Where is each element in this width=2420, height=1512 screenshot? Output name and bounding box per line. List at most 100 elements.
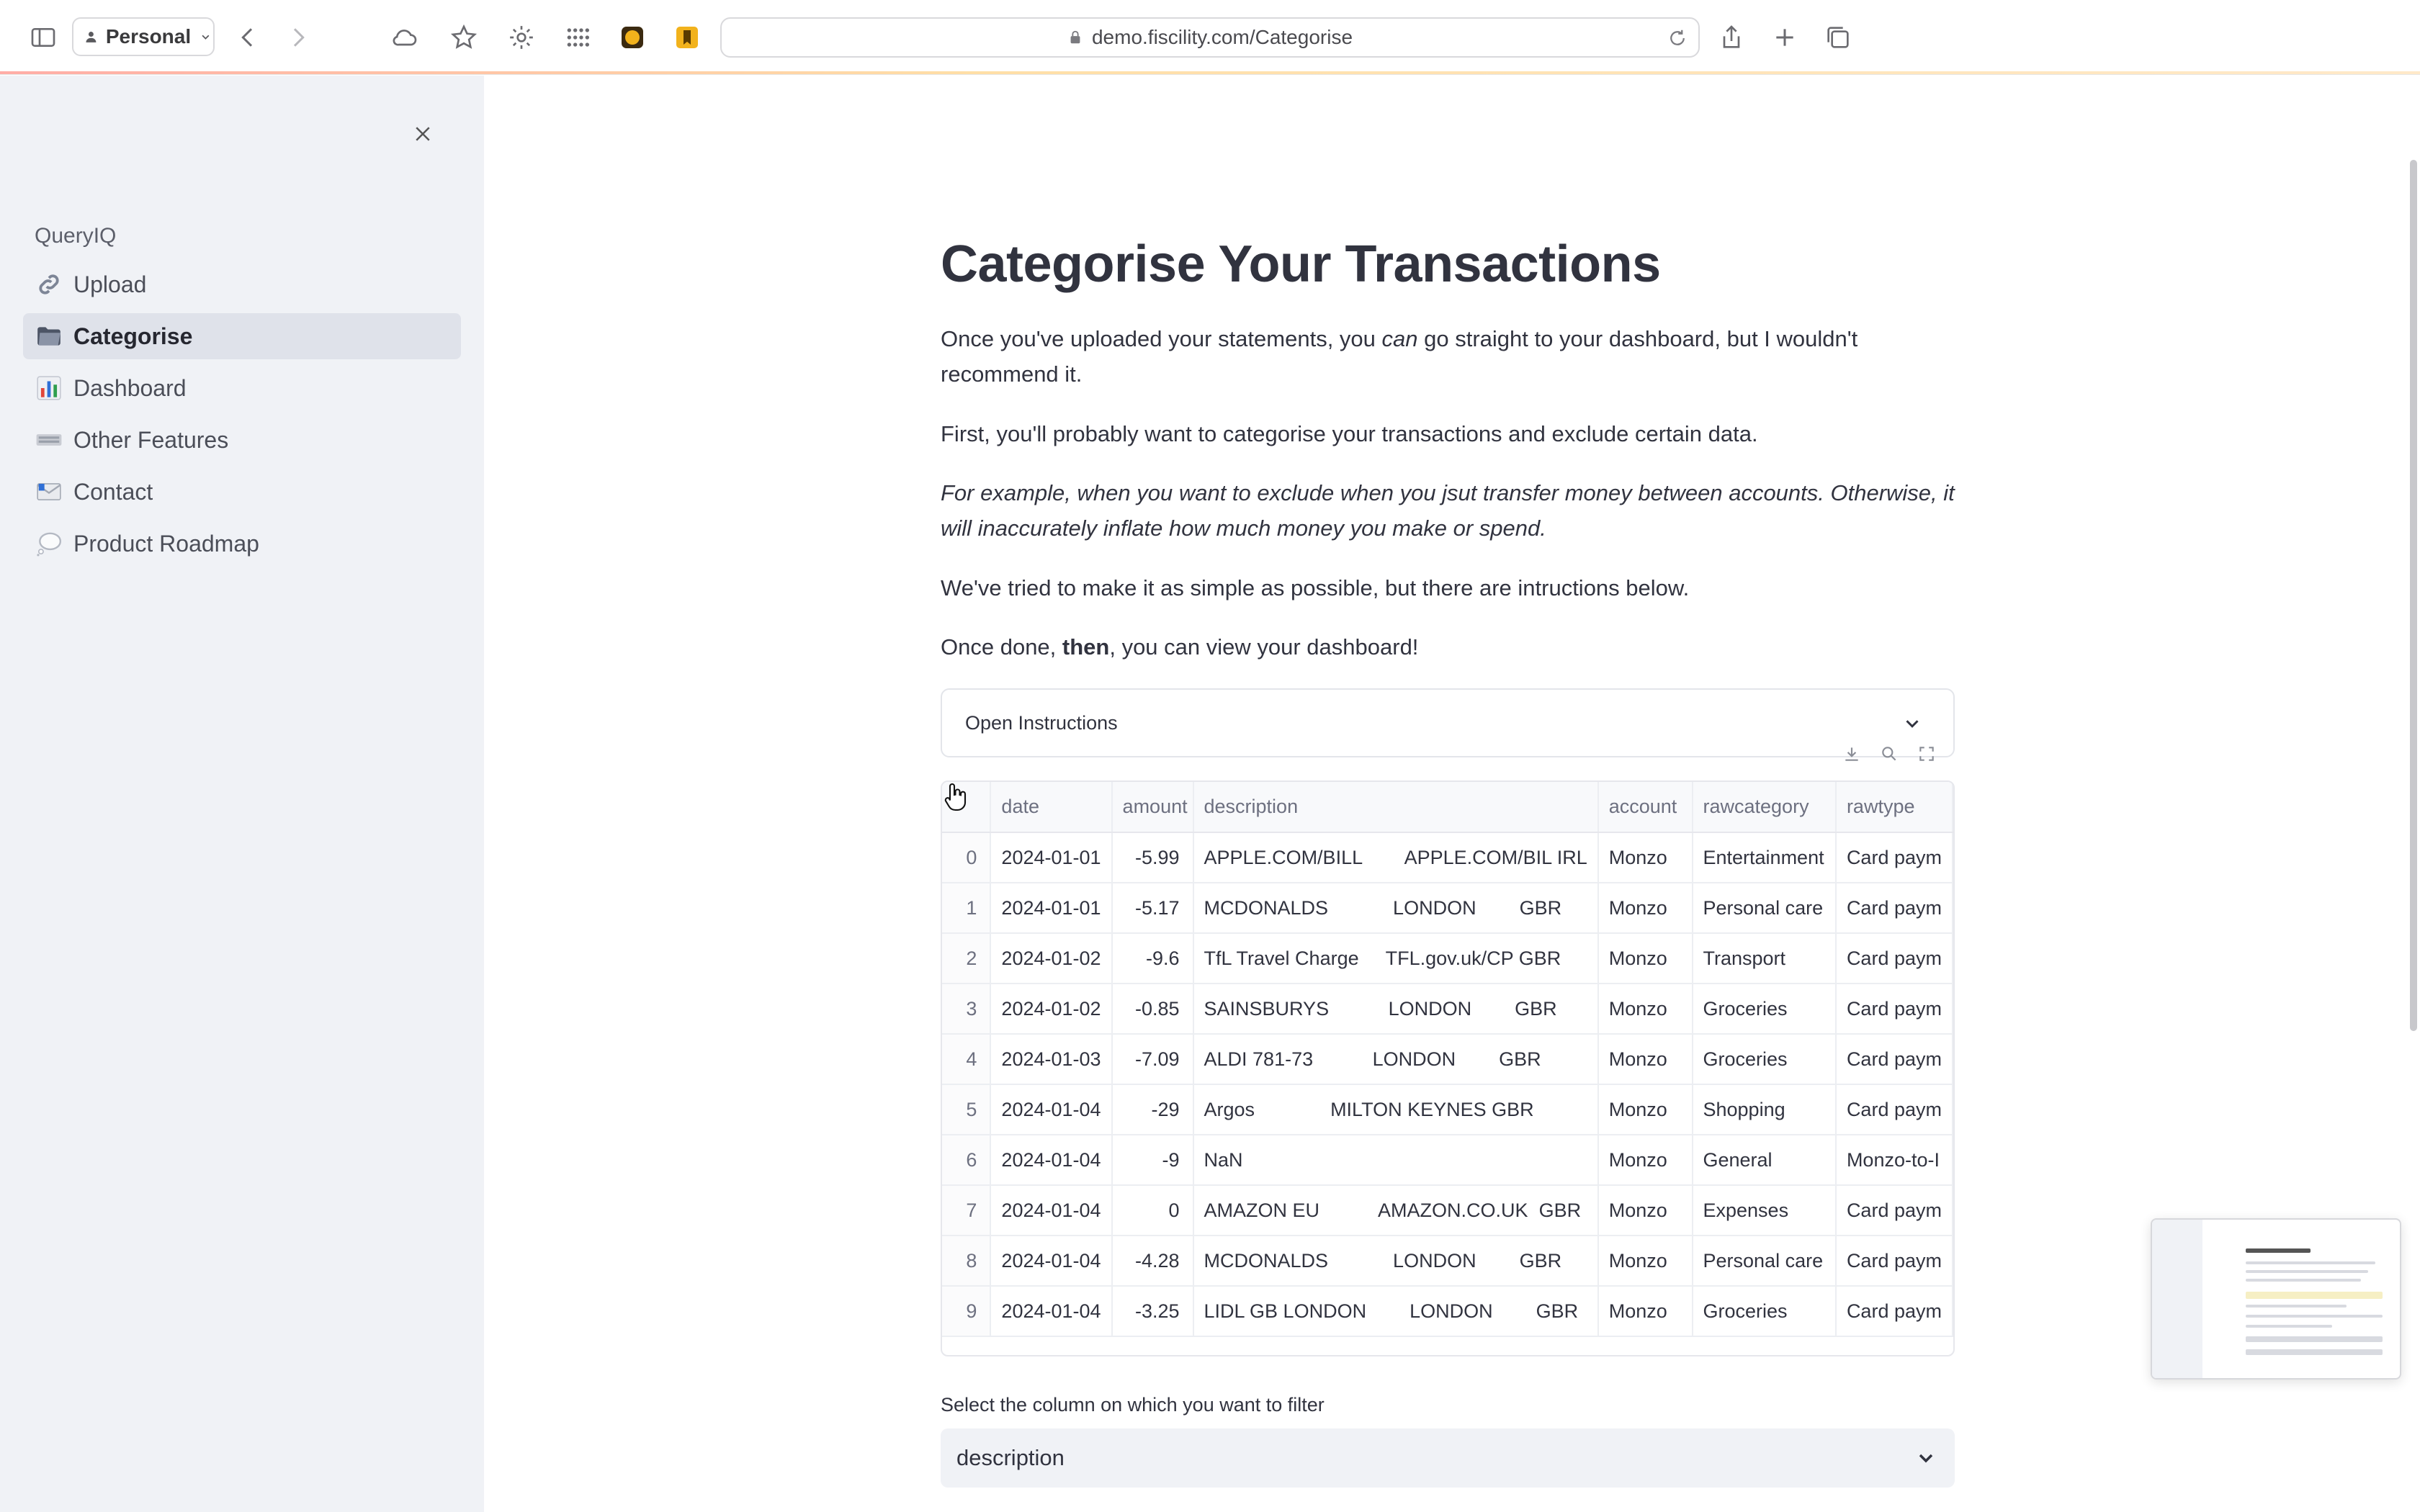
table-cell[interactable]: -9.6: [1111, 933, 1194, 984]
cloud-icon[interactable]: [386, 19, 424, 56]
column-header-rawtype[interactable]: rawtype: [1835, 782, 1953, 833]
sidebar-item-contact[interactable]: Contact: [23, 469, 461, 515]
close-sidebar-icon[interactable]: [405, 116, 441, 152]
sidebar-item-product-roadmap[interactable]: Product Roadmap: [23, 521, 461, 567]
window-thumbnail[interactable]: [2151, 1218, 2401, 1380]
sidebar-item-upload[interactable]: Upload: [23, 261, 461, 307]
table-cell[interactable]: Personal care: [1692, 1236, 1837, 1287]
table-cell[interactable]: -0.85: [1111, 984, 1194, 1035]
row-index-cell[interactable]: 2: [942, 933, 992, 984]
table-row[interactable]: 4 2024-01-03 -7.09 ALDI 781-73 LONDON GBR Mo…: [942, 1034, 1953, 1085]
row-index-cell[interactable]: 5: [942, 1084, 992, 1135]
column-header-account[interactable]: account: [1597, 782, 1693, 833]
column-header-date[interactable]: date: [990, 782, 1113, 833]
table-cell[interactable]: Entertainment: [1692, 832, 1837, 883]
row-index-cell[interactable]: 4: [942, 1034, 992, 1085]
instructions-expander[interactable]: Open Instructions: [941, 688, 1955, 757]
table-cell[interactable]: Monzo: [1597, 1286, 1693, 1337]
table-cell[interactable]: MCDONALDS LONDON GBR: [1193, 883, 1599, 934]
fullscreen-icon[interactable]: [1914, 742, 1939, 766]
table-row[interactable]: 0 2024-01-01 -5.99 APPLE.COM/BILL APPLE.COM…: [942, 832, 1953, 883]
table-cell[interactable]: ALDI 781-73 LONDON GBR: [1193, 1034, 1599, 1085]
table-cell[interactable]: Monzo: [1597, 1084, 1693, 1135]
sidebar-item-dashboard[interactable]: Dashboard: [23, 365, 461, 411]
table-cell[interactable]: 2024-01-04: [990, 1286, 1113, 1337]
column-header-amount[interactable]: amount: [1111, 782, 1194, 833]
filter-column-select[interactable]: description: [941, 1428, 1955, 1488]
table-cell[interactable]: Monzo: [1597, 1236, 1693, 1287]
table-cell[interactable]: 2024-01-04: [990, 1084, 1113, 1135]
table-cell[interactable]: Monzo: [1597, 933, 1693, 984]
row-index-cell[interactable]: 1: [942, 883, 992, 934]
row-index-cell[interactable]: 9: [942, 1286, 992, 1337]
table-cell[interactable]: Card paym: [1835, 1236, 1953, 1287]
share-icon[interactable]: [1713, 19, 1750, 56]
table-cell[interactable]: SAINSBURYS LONDON GBR: [1193, 984, 1599, 1035]
row-index-cell[interactable]: 0: [942, 832, 992, 883]
table-row[interactable]: 9 2024-01-04 -3.25 LIDL GB LONDON LONDON GB…: [942, 1286, 1953, 1337]
bookmark-extension-icon[interactable]: [668, 19, 706, 56]
table-cell[interactable]: Monzo: [1597, 1185, 1693, 1236]
table-cell[interactable]: 2024-01-04: [990, 1185, 1113, 1236]
star-icon[interactable]: [445, 19, 483, 56]
table-cell[interactable]: Groceries: [1692, 984, 1837, 1035]
table-cell[interactable]: Argos MILTON KEYNES GBR: [1193, 1084, 1599, 1135]
download-icon[interactable]: [1839, 742, 1864, 766]
table-cell[interactable]: Personal care: [1692, 883, 1837, 934]
tab-overview-icon[interactable]: [1819, 19, 1857, 56]
row-index-cell[interactable]: 3: [942, 984, 992, 1035]
table-cell[interactable]: Card paym: [1835, 832, 1953, 883]
table-cell[interactable]: Monzo: [1597, 984, 1693, 1035]
table-cell[interactable]: 0: [1111, 1185, 1194, 1236]
table-cell[interactable]: -5.17: [1111, 883, 1194, 934]
table-cell[interactable]: Card paym: [1835, 883, 1953, 934]
table-cell[interactable]: Card paym: [1835, 1034, 1953, 1085]
table-cell[interactable]: Groceries: [1692, 1286, 1837, 1337]
table-row[interactable]: 1 2024-01-01 -5.17 MCDONALDS LONDON GBR Monz…: [942, 883, 1953, 934]
table-cell[interactable]: Monzo: [1597, 1135, 1693, 1186]
table-cell[interactable]: AMAZON EU AMAZON.CO.UK GBR: [1193, 1185, 1599, 1236]
table-cell[interactable]: -4.28: [1111, 1236, 1194, 1287]
column-header-rawcategory[interactable]: rawcategory: [1692, 782, 1837, 833]
table-row[interactable]: 6 2024-01-04 -9 NaN Monzo General Monzo-to-I: [942, 1135, 1953, 1186]
apps-grid-icon[interactable]: [559, 19, 596, 56]
table-cell[interactable]: 2024-01-02: [990, 984, 1113, 1035]
table-cell[interactable]: Monzo: [1597, 1034, 1693, 1085]
table-cell[interactable]: Card paym: [1835, 933, 1953, 984]
table-cell[interactable]: 2024-01-01: [990, 832, 1113, 883]
table-cell[interactable]: General: [1692, 1135, 1837, 1186]
table-row[interactable]: 7 2024-01-04 0 AMAZON EU AMAZON.CO.UK GBR Mo…: [942, 1185, 1953, 1236]
extension-icon[interactable]: [614, 19, 651, 56]
gear-icon[interactable]: [503, 19, 540, 56]
sidebar-toggle-icon[interactable]: [24, 19, 62, 56]
new-tab-icon[interactable]: [1766, 19, 1803, 56]
table-cell[interactable]: Expenses: [1692, 1185, 1837, 1236]
column-header-description[interactable]: description: [1193, 782, 1599, 833]
table-cell[interactable]: -5.99: [1111, 832, 1194, 883]
table-cell[interactable]: Card paym: [1835, 984, 1953, 1035]
table-cell[interactable]: 2024-01-02: [990, 933, 1113, 984]
table-cell[interactable]: Card paym: [1835, 1084, 1953, 1135]
page-scrollbar[interactable]: [2410, 160, 2417, 1031]
table-cell[interactable]: Monzo: [1597, 832, 1693, 883]
table-cell[interactable]: NaN: [1193, 1135, 1599, 1186]
table-cell[interactable]: MCDONALDS LONDON GBR: [1193, 1236, 1599, 1287]
table-cell[interactable]: Groceries: [1692, 1034, 1837, 1085]
table-cell[interactable]: Card paym: [1835, 1286, 1953, 1337]
table-cell[interactable]: -3.25: [1111, 1286, 1194, 1337]
table-cell[interactable]: -29: [1111, 1084, 1194, 1135]
table-cell[interactable]: Shopping: [1692, 1084, 1837, 1135]
table-cell[interactable]: APPLE.COM/BILL APPLE.COM/BIL IRL: [1193, 832, 1599, 883]
table-cell[interactable]: TfL Travel Charge TFL.gov.uk/CP GBR: [1193, 933, 1599, 984]
table-cell[interactable]: Card paym: [1835, 1185, 1953, 1236]
forward-icon[interactable]: [279, 19, 317, 56]
table-row[interactable]: 5 2024-01-04 -29 Argos MILTON KEYNES GBR Mon…: [942, 1084, 1953, 1135]
row-index-cell[interactable]: 7: [942, 1185, 992, 1236]
table-row[interactable]: 2 2024-01-02 -9.6 TfL Travel Charge TFL.gov…: [942, 933, 1953, 984]
table-cell[interactable]: 2024-01-01: [990, 883, 1113, 934]
table-cell[interactable]: -9: [1111, 1135, 1194, 1186]
table-cell[interactable]: -7.09: [1111, 1034, 1194, 1085]
row-index-cell[interactable]: 8: [942, 1236, 992, 1287]
table-cell[interactable]: Monzo: [1597, 883, 1693, 934]
table-cell[interactable]: 2024-01-03: [990, 1034, 1113, 1085]
